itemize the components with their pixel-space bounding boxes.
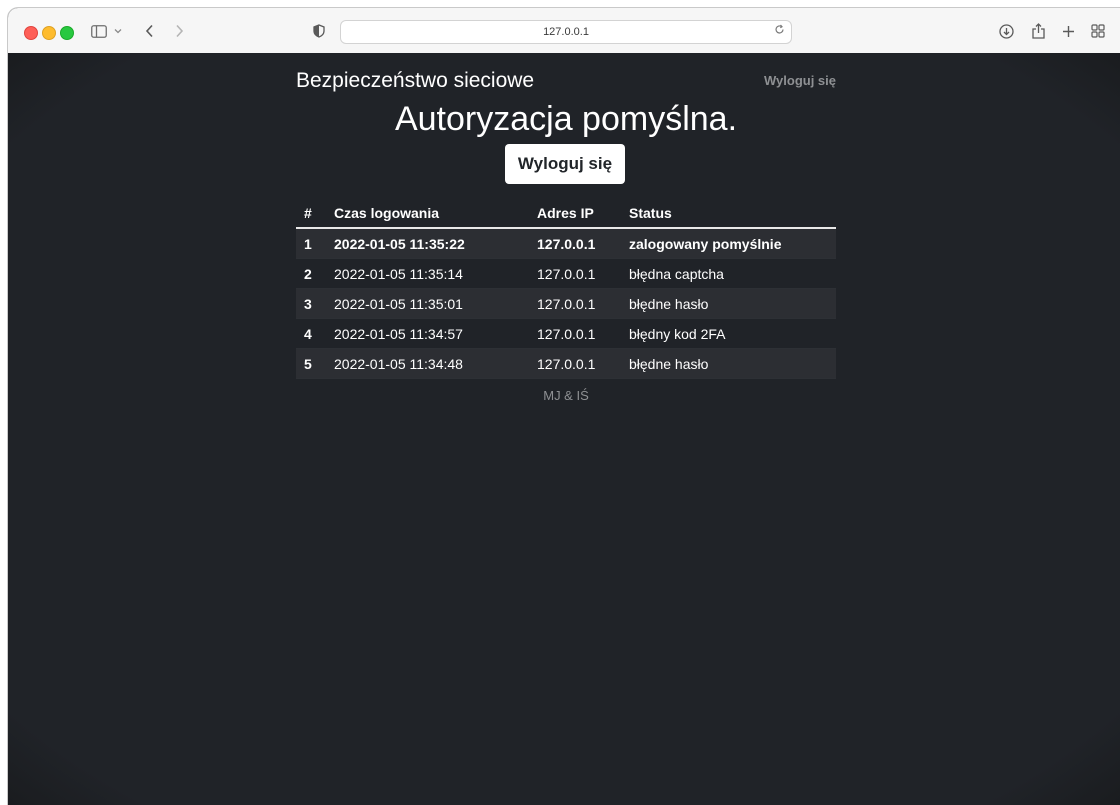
table-row: 2 2022-01-05 11:35:14 127.0.0.1 błędna c…: [296, 258, 836, 289]
reload-icon[interactable]: [774, 24, 785, 38]
row-ip-address: 127.0.0.1: [529, 288, 621, 319]
row-ip-address: 127.0.0.1: [529, 258, 621, 289]
url-text: 127.0.0.1: [543, 26, 589, 38]
page-title: Autoryzacja pomyślna.: [394, 100, 738, 138]
table-row: 4 2022-01-05 11:34:57 127.0.0.1 błędny k…: [296, 318, 836, 349]
row-login-time: 2022-01-05 11:34:57: [326, 318, 529, 349]
tab-overview-icon[interactable]: [1088, 20, 1108, 42]
row-login-time: 2022-01-05 11:35:14: [326, 258, 529, 289]
navbar-logout-link[interactable]: Wyloguj się: [764, 73, 836, 88]
row-login-time: 2022-01-05 11:35:01: [326, 288, 529, 319]
table-row: 3 2022-01-05 11:35:01 127.0.0.1 błędne h…: [296, 288, 836, 319]
browser-toolbar: 127.0.0.1: [8, 8, 1120, 54]
column-header-login-time: Czas logowania: [326, 199, 529, 229]
row-login-time: 2022-01-05 11:34:48: [326, 348, 529, 379]
plus-icon[interactable]: [1058, 20, 1078, 42]
row-ip-address: 127.0.0.1: [529, 228, 621, 259]
footer-credits: MJ & IŚ: [543, 388, 589, 403]
column-header-status: Status: [621, 199, 836, 229]
column-header-number: #: [296, 199, 326, 229]
table-row: 5 2022-01-05 11:34:48 127.0.0.1 błędne h…: [296, 348, 836, 379]
shield-icon: [310, 20, 328, 42]
column-header-ip-address: Adres IP: [529, 199, 621, 229]
chevron-down-icon[interactable]: [112, 20, 124, 42]
page-content: Bezpieczeństwo sieciowe Wyloguj się Auto…: [8, 53, 1120, 805]
download-icon[interactable]: [996, 20, 1016, 42]
row-number: 1: [296, 228, 326, 259]
row-status: błędna captcha: [621, 258, 836, 289]
row-number: 3: [296, 288, 326, 319]
forward-icon[interactable]: [170, 20, 188, 42]
table-header-row: # Czas logowania Adres IP Status: [296, 199, 836, 229]
share-icon[interactable]: [1028, 20, 1048, 42]
row-ip-address: 127.0.0.1: [529, 348, 621, 379]
row-number: 4: [296, 318, 326, 349]
navbar-brand[interactable]: Bezpieczeństwo sieciowe: [296, 69, 534, 93]
browser-window: 127.0.0.1 Bezpieczeństwo sieciowe Wylogu…: [8, 8, 1120, 805]
minimize-window-button[interactable]: [42, 26, 56, 40]
row-status: błędne hasło: [621, 288, 836, 319]
row-status: błędny kod 2FA: [621, 318, 836, 349]
zoom-window-button[interactable]: [60, 26, 74, 40]
row-ip-address: 127.0.0.1: [529, 318, 621, 349]
back-icon[interactable]: [140, 20, 158, 42]
row-number: 2: [296, 258, 326, 289]
row-status: błędne hasło: [621, 348, 836, 379]
close-window-button[interactable]: [24, 26, 38, 40]
logout-button[interactable]: Wyloguj się: [505, 144, 625, 184]
row-login-time: 2022-01-05 11:35:22: [326, 228, 529, 259]
row-number: 5: [296, 348, 326, 379]
table-row: 1 2022-01-05 11:35:22 127.0.0.1 zalogowa…: [296, 228, 836, 259]
login-history-table: # Czas logowania Adres IP Status 1 2022-…: [296, 199, 836, 379]
sidebar-icon[interactable]: [88, 20, 110, 42]
row-status: zalogowany pomyślnie: [621, 228, 836, 259]
address-bar[interactable]: 127.0.0.1: [340, 20, 792, 44]
